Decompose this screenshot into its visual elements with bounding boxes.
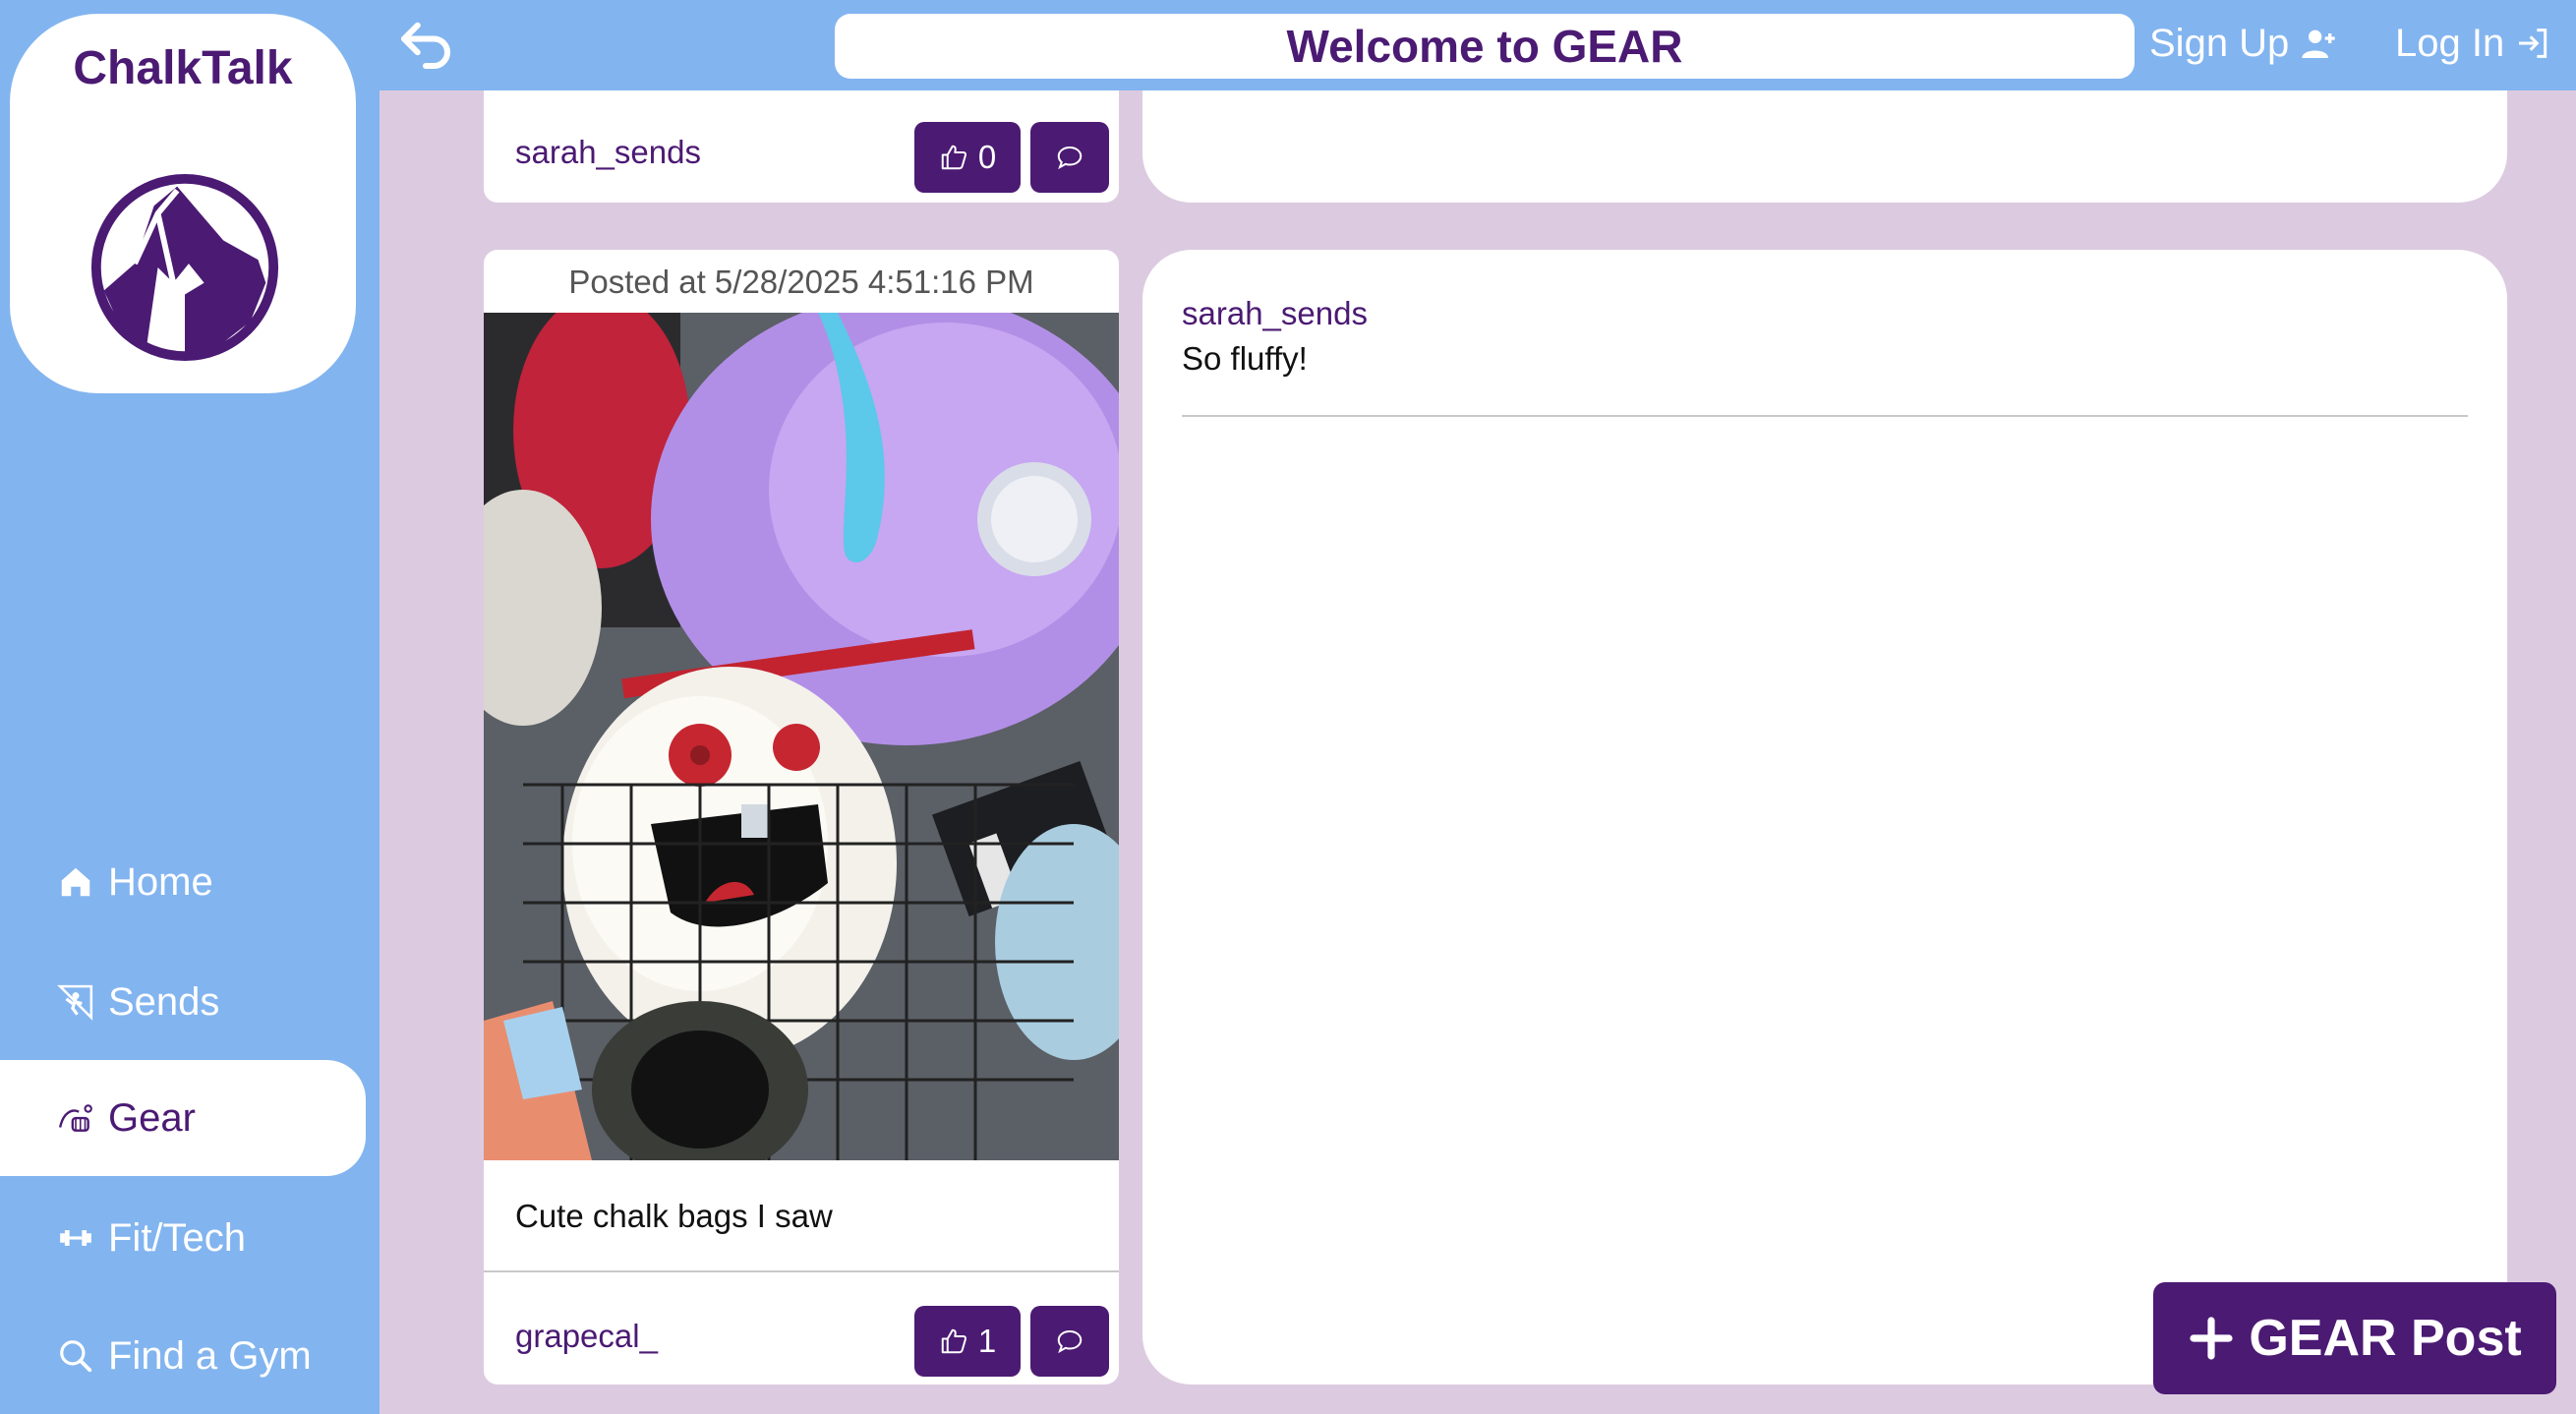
sidebar-item-label: Sends [108, 979, 220, 1024]
logo-card[interactable]: ChalkTalk [10, 14, 356, 393]
post-divider [484, 1270, 1119, 1272]
sidebar: ChalkTalk Home Sends Gear Fit/Tech Find … [0, 0, 380, 1414]
comment-text: So fluffy! [1182, 340, 1308, 377]
like-button[interactable]: 0 [914, 122, 1021, 193]
climber-icon [57, 983, 94, 1021]
sign-up-label: Sign Up [2149, 21, 2290, 65]
app-logo-text: ChalkTalk [73, 42, 293, 94]
new-gear-post-button[interactable]: GEAR Post [2153, 1282, 2556, 1394]
post-card: Posted at 5/28/2025 4:51:16 PM Cute chal… [484, 250, 1119, 1385]
thumbs-up-icon [941, 145, 966, 170]
sidebar-item-find-a-gym[interactable]: Find a Gym [0, 1298, 366, 1414]
comments-panel [1142, 90, 2507, 203]
comments-panel: sarah_sends So fluffy! [1142, 250, 2507, 1385]
like-button[interactable]: 1 [914, 1306, 1021, 1377]
sign-up-button[interactable]: Sign Up [2149, 14, 2338, 73]
post-author[interactable]: sarah_sends [515, 134, 701, 171]
dumbbell-icon [57, 1219, 94, 1257]
chalk-bags-photo [484, 313, 1119, 1160]
sidebar-item-label: Find a Gym [108, 1333, 312, 1378]
comment-bubble-icon [1057, 1329, 1083, 1354]
post-photo[interactable] [484, 313, 1119, 1160]
post-card: sarah_sends 0 [484, 90, 1119, 203]
comment-button[interactable] [1030, 1306, 1109, 1377]
comment-divider [1182, 415, 2468, 417]
sidebar-item-label: Fit/Tech [108, 1215, 247, 1260]
post-author[interactable]: grapecal_ [515, 1318, 658, 1355]
sidebar-item-gear[interactable]: Gear [0, 1060, 366, 1176]
sidebar-item-label: Gear [108, 1095, 196, 1140]
thumbs-up-icon [941, 1328, 966, 1354]
sidebar-item-fit-tech[interactable]: Fit/Tech [0, 1180, 366, 1296]
sidebar-item-home[interactable]: Home [0, 824, 366, 940]
plus-icon [2190, 1317, 2233, 1360]
comment-button[interactable] [1030, 122, 1109, 193]
new-post-label: GEAR Post [2249, 1310, 2522, 1367]
back-arrow-icon[interactable] [393, 12, 458, 77]
top-bar: Welcome to GEAR Sign Up Log In [380, 0, 2576, 90]
gear-harness-icon [57, 1099, 94, 1137]
sidebar-item-label: Home [108, 859, 213, 904]
like-count: 0 [977, 139, 997, 175]
mountain-logo-icon [90, 173, 279, 362]
log-in-label: Log In [2395, 21, 2505, 65]
log-in-button[interactable]: Log In [2395, 14, 2553, 73]
page-title: Welcome to GEAR [835, 14, 2135, 79]
comment-author[interactable]: sarah_sends [1182, 295, 1368, 332]
comment-bubble-icon [1057, 146, 1083, 170]
post-caption: Cute chalk bags I saw [515, 1198, 833, 1234]
search-icon [57, 1337, 94, 1375]
home-icon [57, 863, 94, 901]
like-count: 1 [977, 1323, 997, 1359]
sidebar-item-sends[interactable]: Sends [0, 944, 366, 1060]
add-user-icon [2302, 29, 2335, 58]
login-icon [2519, 29, 2547, 58]
post-timestamp: Posted at 5/28/2025 4:51:16 PM [568, 264, 1034, 300]
